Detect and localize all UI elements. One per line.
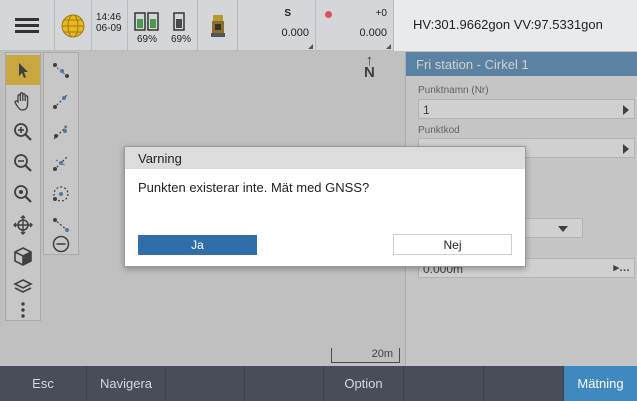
time-text: 14:46 [96, 12, 122, 23]
date-text: 06-09 [96, 23, 122, 34]
battery-icon [134, 12, 159, 31]
battery1-percent: 69% [137, 34, 158, 45]
navigate-button[interactable]: Navigera [87, 366, 166, 401]
yes-button[interactable]: Ja [138, 235, 257, 255]
option-button[interactable]: Option [324, 366, 404, 401]
softkey-empty-1[interactable] [166, 366, 245, 401]
status-bar: 14:46 06-09 69% 69% S 0.000 +0 0.000 HV:… [0, 0, 637, 51]
instrument-status[interactable] [198, 0, 238, 51]
s-label: S [284, 8, 291, 19]
hv-readout[interactable]: HV:301.9662gon VV:97.5331gon [394, 0, 637, 51]
warning-dialog: Varning Punkten existerar inte. Mät med … [124, 146, 526, 267]
battery-status[interactable]: 69% 69% [128, 0, 198, 51]
softkey-empty-3[interactable] [404, 366, 484, 401]
corner-indicator-icon [386, 44, 391, 49]
laser-dot-icon [325, 11, 332, 18]
esc-button[interactable]: Esc [0, 366, 87, 401]
measure-button[interactable]: Mätning [564, 366, 637, 401]
dialog-title: Varning [125, 147, 525, 169]
battery-icon [173, 12, 185, 31]
clock[interactable]: 14:46 06-09 [92, 0, 128, 51]
target-readout[interactable]: +0 0.000 [316, 0, 394, 51]
target-value: 0.000 [359, 27, 387, 39]
softkey-bar: Esc Navigera Option Mätning [0, 366, 637, 401]
distance-readout[interactable]: S 0.000 [238, 0, 316, 51]
battery2-percent: 69% [171, 34, 192, 45]
hamburger-icon [15, 15, 39, 36]
target-label: +0 [375, 8, 387, 19]
s-value: 0.000 [281, 27, 309, 39]
gnss-status[interactable] [55, 0, 92, 51]
menu-button[interactable] [0, 0, 55, 51]
no-button[interactable]: Nej [393, 234, 512, 255]
corner-indicator-icon [308, 44, 313, 49]
dialog-message: Punkten existerar inte. Mät med GNSS? [138, 180, 370, 195]
softkey-empty-4[interactable] [484, 366, 564, 401]
total-station-icon [210, 14, 225, 37]
globe-icon [61, 14, 85, 37]
softkey-empty-2[interactable] [245, 366, 324, 401]
